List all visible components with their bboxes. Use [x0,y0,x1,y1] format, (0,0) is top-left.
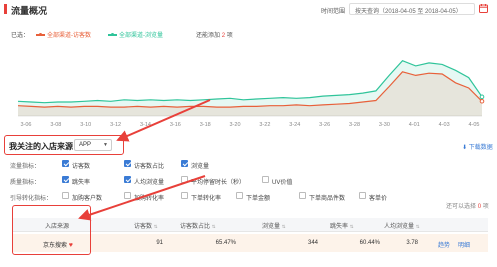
x-tick-label: 3-06 [20,122,31,128]
legend-visitors-label: 全部渠道-访客数 [47,33,91,39]
cell-visitors: 91 [156,240,163,246]
sort-icon: ⇅ [349,224,354,229]
checkbox-cart-conversion-label: 加购转化率 [134,196,165,202]
col-visitors[interactable]: 访客数 ⇅ [134,221,157,230]
checkbox-avg-views-label: 人均浏览量 [134,180,165,186]
series-end-point [479,98,485,104]
x-tick-label: 3-12 [110,122,121,128]
col-avg-views[interactable]: 人均浏览量 ⇅ [384,221,419,230]
checkbox-order-amount-label: 下单金额 [246,196,271,202]
x-tick-label: 3-28 [349,122,360,128]
x-tick-label: 4-01 [409,122,420,128]
checkbox-avg-stay-label: 平均停留时长（秒） [191,180,246,186]
x-tick-label: 3-10 [80,122,91,128]
legend-visitors-marker [36,32,45,37]
x-tick-label: 4-03 [439,122,450,128]
cell-visitor-share: 65.47% [215,240,236,246]
x-tick-label: 4-05 [468,122,479,128]
x-tick-label: 3-16 [170,122,181,128]
checkbox-order-amount[interactable] [236,192,243,199]
trend-link[interactable]: 趋势 [438,240,450,249]
checkbox-avg-stay[interactable] [181,176,188,183]
checkbox-uv-value[interactable] [262,176,269,183]
series-end-point [479,94,485,100]
checkbox-cart-customers[interactable] [62,192,69,199]
checkbox-avg-views[interactable] [124,176,131,183]
checkbox-order-conversion-label: 下单转化率 [191,196,222,202]
selected-label: 已选： [11,33,30,39]
col-pageviews[interactable]: 浏览量 ⇅ [262,221,285,230]
sort-icon: ⇅ [415,224,420,229]
chevron-down-icon: ▼ [103,142,108,148]
x-tick-label: 3-22 [259,122,270,128]
x-tick-label: 3-08 [50,122,61,128]
legend-pageviews-marker [108,32,117,37]
quality-metrics-label: 质量指标： [10,180,41,186]
source-title: 我关注的入店来源 [9,142,73,151]
detail-link[interactable]: 明细 [458,240,470,249]
checkbox-pageviews-label: 浏览量 [191,164,210,170]
conversion-metrics-label: 引导转化指标： [10,196,53,202]
x-tick-label: 3-20 [230,122,241,128]
x-tick-label: 3-26 [319,122,330,128]
cell-pageviews: 344 [307,240,318,246]
source-select-value: APP [79,142,92,148]
series-area [18,71,482,116]
cell-avg-views: 3.78 [406,240,418,246]
time-range-label: 时间范围 [321,9,346,15]
checkbox-bounce-rate[interactable] [62,176,69,183]
download-data-link[interactable]: ⬇ 下载数据 [462,142,493,151]
page-title: 流量概况 [11,6,48,16]
traffic-trend-chart: 3-06 3-08 3-10 3-12 3-14 3-16 3-18 3-20 3-22 3-24… [17,59,485,128]
source-column-highlight-box [12,205,91,255]
checkbox-uv-value-label: UV价值 [272,180,293,186]
checkbox-cart-conversion[interactable] [124,192,131,199]
checkbox-visitor-share[interactable] [124,160,131,167]
col-visitor-share[interactable]: 访客数占比 ⇅ [180,221,215,230]
checkbox-bounce-rate-label: 跳失率 [72,180,91,186]
download-icon: ⬇ [462,145,468,151]
traffic-metrics-label: 流量指标： [10,164,41,170]
add-metric-hint: 还能添加 2 项 [196,33,233,39]
sort-icon: ⇅ [211,224,216,229]
legend-pageviews[interactable]: 全部渠道-浏览量 [108,30,163,39]
checkbox-visitors-label: 访客数 [72,164,91,170]
title-accent-bar [4,4,7,14]
checkbox-visitor-share-label: 访客数占比 [134,164,165,170]
x-tick-label: 3-18 [200,122,211,128]
calendar-icon[interactable] [478,3,489,14]
col-bounce[interactable]: 跳失率 ⇅ [330,221,353,230]
legend-visitors[interactable]: 全部渠道-访客数 [36,30,91,39]
legend-pageviews-label: 全部渠道-浏览量 [119,33,163,39]
checkbox-order-conversion[interactable] [181,192,188,199]
checkbox-visitors[interactable] [62,160,69,167]
x-tick-label: 3-30 [379,122,390,128]
x-tick-label: 3-14 [140,122,151,128]
date-range-value: 按天查询（2018-04-05 至 2018-04-05） [355,9,462,15]
x-tick-label: 3-24 [289,122,300,128]
checkbox-avg-order-price[interactable] [359,192,366,199]
checkbox-pageviews[interactable] [181,160,188,167]
checkbox-order-items[interactable] [299,192,306,199]
checkbox-order-items-label: 下单商品件数 [309,196,346,202]
cell-bounce: 60.44% [359,240,380,246]
remaining-choices-hint: 还可以选择 0 项 [446,204,489,210]
checkbox-avg-order-price-label: 客单价 [369,196,388,202]
checkbox-cart-customers-label: 加购客户数 [72,196,103,202]
sort-icon: ⇅ [153,224,158,229]
sort-icon: ⇅ [281,224,286,229]
